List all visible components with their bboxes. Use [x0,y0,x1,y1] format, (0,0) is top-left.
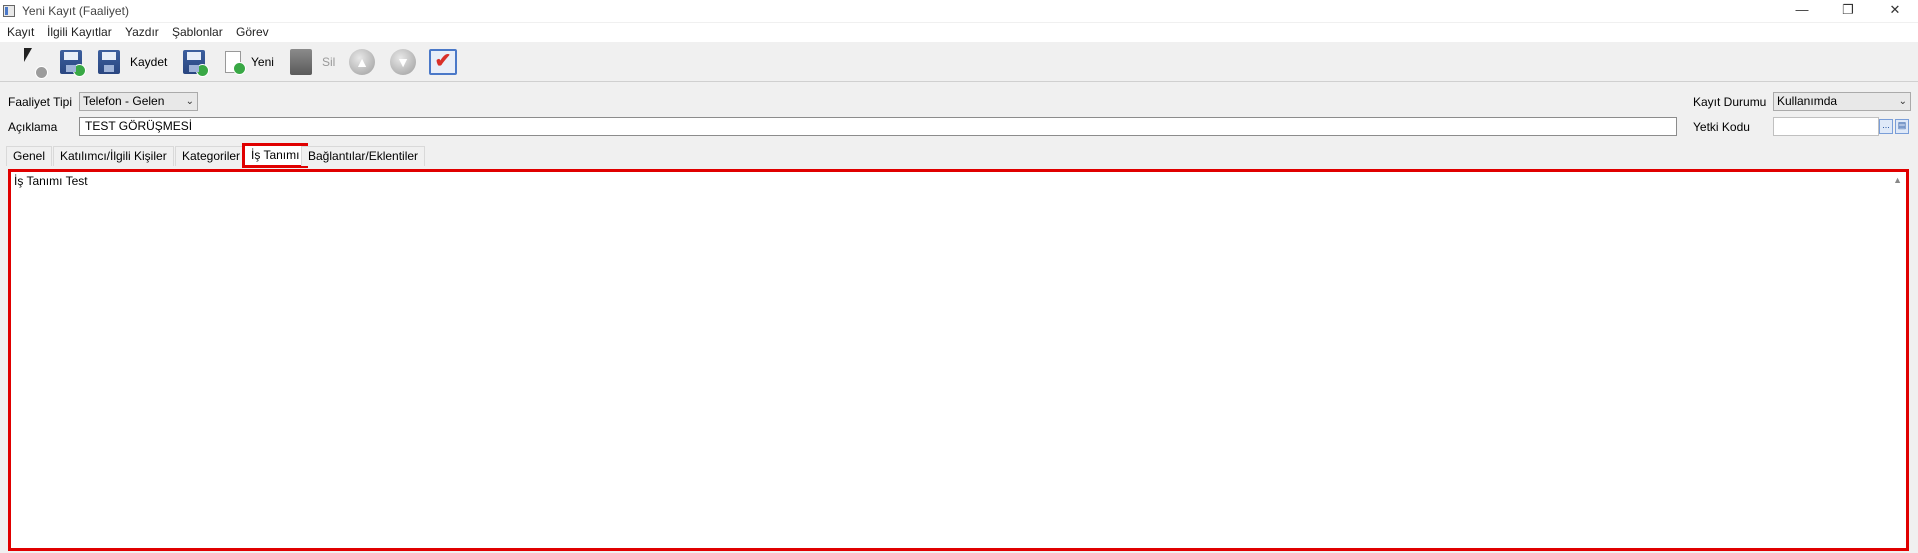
save-refresh-icon [60,50,86,77]
tab-is-tanimi[interactable]: İş Tanımı [242,143,309,168]
menu-bar: Kayıt İlgili Kayıtlar Yazdır Şablonlar G… [0,23,1918,42]
auth-code-input[interactable] [1773,117,1879,136]
menu-gorev[interactable]: Görev [236,25,269,39]
restore-button[interactable]: ❐ [1825,0,1871,22]
new-button[interactable]: Yeni [225,47,274,77]
chevron-down-icon: ⌄ [1898,96,1907,107]
description-label: Açıklama [8,120,58,134]
scroll-up-icon[interactable]: ▲ [1893,175,1902,185]
up-arrow-icon: ▲ [349,49,375,75]
lookup-button[interactable]: ... [1879,119,1893,134]
title-bar: Yeni Kayıt (Faaliyet) — ❐ ✕ [0,0,1918,22]
down-arrow-icon: ▼ [390,49,416,75]
app-icon [3,5,15,17]
activity-type-value: Telefon - Gelen [83,94,165,108]
minimize-button[interactable]: — [1779,0,1825,22]
cursor-add-icon [22,48,48,79]
move-up-button[interactable]: ▲ [349,47,375,77]
save-button[interactable]: Kaydet [98,47,167,77]
menu-ilgili-kayitlar[interactable]: İlgili Kayıtlar [47,25,112,39]
record-status-label: Kayıt Durumu [1693,95,1767,109]
delete-label: Sil [322,55,336,69]
tab-katilimci[interactable]: Katılımcı/İlgili Kişiler [53,146,174,166]
toolbar: Kaydet Yeni Sil ▲ ▼ ✔ [0,43,1918,82]
save-label: Kaydet [130,55,168,69]
new-document-icon [225,51,246,75]
approve-check-icon: ✔ [429,49,457,75]
delete-button[interactable]: Sil [290,47,335,77]
activity-type-select[interactable]: Telefon - Gelen ⌄ [79,92,198,111]
approve-button[interactable]: ✔ [429,47,457,77]
job-description-text: İş Tanımı Test [14,174,88,188]
new-record-button[interactable] [22,47,48,79]
save-icon [98,50,120,74]
tab-baglantilar[interactable]: Bağlantılar/Eklentiler [301,146,426,166]
job-description-editor[interactable]: İş Tanımı Test ▲ [8,169,1909,551]
tab-kategoriler[interactable]: Kategoriler [175,146,248,166]
save-new-button[interactable] [183,47,209,77]
activity-type-label: Faaliyet Tipi [8,95,73,109]
tab-genel[interactable]: Genel [6,146,53,166]
new-label: Yeni [251,55,274,69]
calendar-icon[interactable]: ▤ [1895,119,1909,134]
close-button[interactable]: ✕ [1872,0,1918,22]
delete-icon [290,49,312,75]
save-refresh-button[interactable] [60,47,86,77]
move-down-button[interactable]: ▼ [390,47,416,77]
window-title: Yeni Kayıt (Faaliyet) [22,4,129,18]
record-status-select[interactable]: Kullanımda ⌄ [1773,92,1911,111]
menu-sablonlar[interactable]: Şablonlar [172,25,223,39]
record-status-value: Kullanımda [1777,94,1838,108]
chevron-down-icon: ⌄ [185,96,194,107]
description-input[interactable]: TEST GÖRÜŞMESİ [79,117,1677,136]
save-add-icon [183,50,209,77]
auth-code-label: Yetki Kodu [1693,120,1750,134]
menu-yazdir[interactable]: Yazdır [125,25,159,39]
menu-kayit[interactable]: Kayıt [7,25,34,39]
